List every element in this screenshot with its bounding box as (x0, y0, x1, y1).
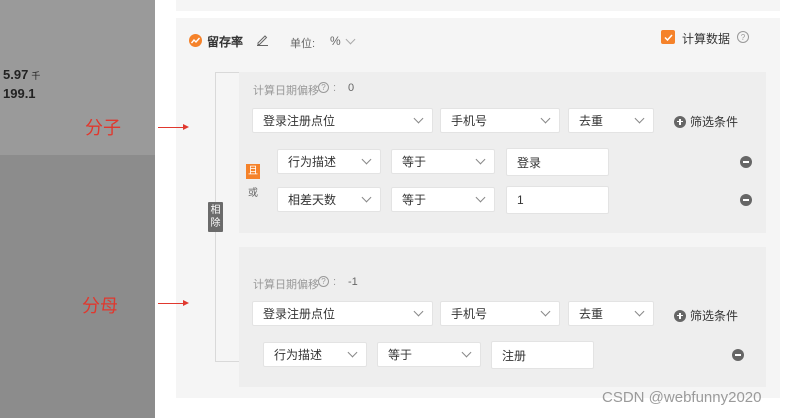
numerator-annotation: 分子 (85, 118, 121, 138)
filter-2-prop-select[interactable]: 相差天数 (277, 187, 381, 212)
unit-label: 单位: (290, 38, 316, 50)
select-value: 行为描述 (274, 348, 323, 362)
numerator-event-select[interactable]: 登录注册点位 (252, 108, 433, 133)
edit-icon[interactable] (256, 33, 269, 49)
select-value: 等于 (388, 348, 413, 362)
unit-select[interactable]: % (330, 34, 356, 48)
denominator-annotation: 分母 (82, 296, 118, 316)
annotation-arrow (158, 303, 184, 305)
arrow-head-icon (183, 300, 189, 306)
remove-filter-icon[interactable] (732, 349, 744, 361)
trend-icon (189, 34, 202, 47)
filter-1-prop-select[interactable]: 行为描述 (277, 149, 381, 174)
watermark: CSDN @webfunny2020 (602, 389, 762, 406)
help-icon[interactable]: ? (318, 276, 329, 287)
select-value: 手机号 (451, 307, 488, 321)
chevron-down-icon (361, 192, 372, 203)
chevron-down-icon (540, 113, 551, 124)
offset-colon: : (333, 82, 337, 94)
select-value: 登录注册点位 (263, 307, 336, 321)
help-icon[interactable]: ? (737, 31, 749, 43)
denominator-filter-prop-select[interactable]: 行为描述 (263, 342, 367, 367)
chevron-down-icon (347, 347, 358, 358)
numerator-offset-value: 0 (348, 82, 355, 94)
annotation-arrow (158, 127, 184, 129)
denominator-filter-value-input[interactable]: 注册 (491, 341, 594, 369)
help-icon[interactable]: ? (318, 82, 329, 93)
metric-name: 留存率 (207, 35, 244, 49)
select-value: 相差天数 (288, 193, 337, 207)
add-filter-label: 筛选条件 (690, 115, 739, 129)
chevron-down-icon (634, 113, 645, 124)
chevron-down-icon (475, 154, 486, 165)
calc-data-label: 计算数据 (682, 32, 731, 46)
chevron-down-icon (634, 306, 645, 317)
remove-filter-icon[interactable] (740, 156, 752, 168)
filter-2-op-select[interactable]: 等于 (391, 187, 495, 212)
plus-circle-icon (674, 309, 686, 322)
select-value: 去重 (579, 307, 604, 321)
denominator-add-filter-button[interactable]: 筛选条件 (674, 307, 738, 324)
previous-panel (176, 0, 780, 11)
select-value: 手机号 (451, 114, 488, 128)
denominator-filter-op-select[interactable]: 等于 (377, 342, 481, 367)
numerator-agg-select[interactable]: 去重 (568, 108, 654, 133)
backdrop-value-2: 199.1 (3, 86, 36, 101)
add-filter-label: 筛选条件 (690, 309, 739, 323)
offset-colon: : (333, 276, 337, 288)
chevron-down-icon (413, 306, 424, 317)
divide-operator-badge[interactable]: 相除 (208, 202, 223, 232)
select-value: 等于 (402, 193, 427, 207)
select-value: 行为描述 (288, 155, 337, 169)
arrow-head-icon (183, 124, 189, 130)
chevron-down-icon (361, 154, 372, 165)
denominator-offset-value: -1 (348, 276, 358, 288)
remove-filter-icon[interactable] (740, 194, 752, 206)
chevron-down-icon (475, 192, 486, 203)
numerator-offset-label: 计算日期偏移 (253, 85, 319, 97)
select-value: 去重 (579, 114, 604, 128)
numerator-add-filter-button[interactable]: 筛选条件 (674, 113, 738, 130)
chevron-down-icon (413, 113, 424, 124)
logic-and-toggle[interactable]: 且 (246, 164, 260, 179)
denominator-field-select[interactable]: 手机号 (440, 301, 560, 326)
select-value: 等于 (402, 155, 427, 169)
chevron-down-icon (540, 306, 551, 317)
calc-data-checkbox[interactable] (661, 30, 675, 44)
filter-2-value-input[interactable]: 1 (506, 186, 609, 214)
denominator-agg-select[interactable]: 去重 (568, 301, 654, 326)
filter-1-value-input[interactable]: 登录 (506, 148, 609, 176)
denominator-event-select[interactable]: 登录注册点位 (252, 301, 433, 326)
unit-value: % (330, 34, 341, 48)
chevron-down-icon (345, 34, 356, 44)
chevron-down-icon (461, 347, 472, 358)
select-value: 登录注册点位 (263, 114, 336, 128)
denominator-offset-label: 计算日期偏移 (253, 279, 319, 291)
backdrop-value-1: 5.97 千 (3, 67, 41, 82)
filter-1-op-select[interactable]: 等于 (391, 149, 495, 174)
logic-or-toggle[interactable]: 或 (248, 184, 258, 199)
numerator-field-select[interactable]: 手机号 (440, 108, 560, 133)
plus-circle-icon (674, 115, 686, 128)
